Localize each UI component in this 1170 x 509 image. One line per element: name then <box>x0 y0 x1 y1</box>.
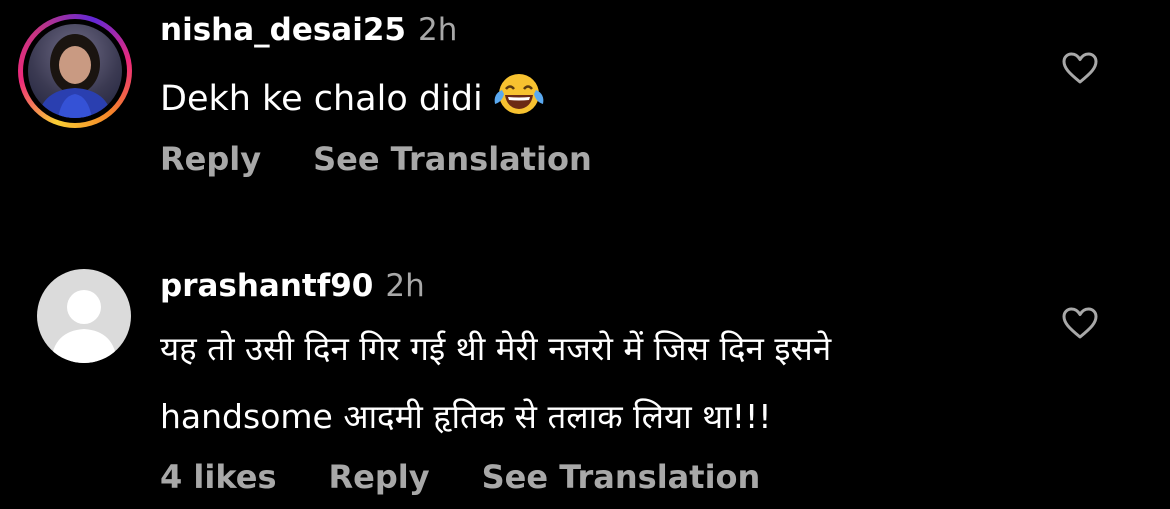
comment-text-line: यह तो उसी दिन गिर गई थी मेरी नजरो में जि… <box>160 329 832 368</box>
default-avatar-icon <box>51 290 117 363</box>
comment-text-line: handsome आदमी हृतिक से तलाक लिया था!!! <box>160 397 772 436</box>
see-translation-button[interactable]: See Translation <box>482 458 761 496</box>
avatar-default[interactable] <box>37 269 131 363</box>
comment-text: यह तो उसी दिन गिर गई थी मेरी नजरो में जि… <box>160 330 831 436</box>
comment-username[interactable]: prashantf90 2h <box>160 268 425 304</box>
username-text[interactable]: prashantf90 <box>160 268 373 304</box>
likes-count[interactable]: 4 likes <box>160 458 277 496</box>
heart-outline-icon <box>1062 307 1098 339</box>
like-button[interactable] <box>1061 306 1099 340</box>
comment-actions: 4 likes Reply See Translation <box>160 458 812 496</box>
reply-button[interactable]: Reply <box>329 458 430 496</box>
comment-2: prashantf90 2h यह तो उसी दिन गिर गई थी मे… <box>0 0 1170 509</box>
comment-time: 2h <box>385 268 425 304</box>
